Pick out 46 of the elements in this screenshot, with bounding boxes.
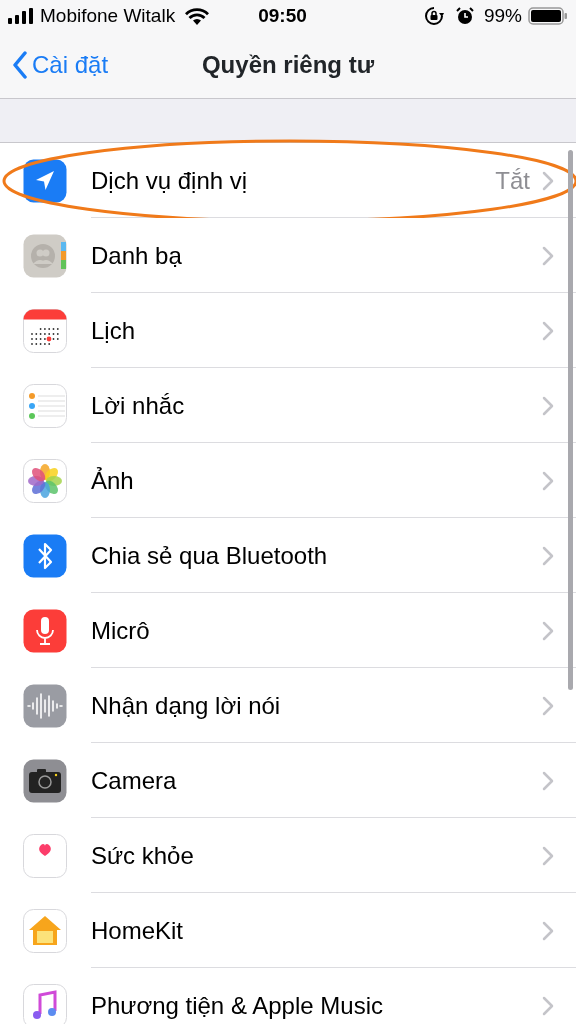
flower-icon [23,458,67,503]
alarm-icon [455,7,474,25]
row-label: Chia sẻ qua Bluetooth [91,540,328,571]
clock-time: 09:50 [258,3,307,28]
row-label: Micrô [91,615,150,646]
chevron-icon [542,845,554,866]
row-label: Nhận dạng lời nói [91,690,281,721]
chevron-icon [542,170,554,191]
chevron-icon [542,770,554,791]
page-title: Quyền riêng tư [201,50,375,80]
row-label: Camera [91,765,177,796]
row-label: HomeKit [91,915,184,946]
waveform-icon [23,683,67,728]
row-label: Sức khỏe [91,840,194,871]
battery-percent: 99% [483,3,522,28]
row-value: Tắt [495,165,530,196]
row-label: Danh bạ [91,240,182,271]
chevron-icon [542,920,554,941]
chevron-icon [542,245,554,266]
microphone-icon [23,608,67,653]
chevron-icon [542,695,554,716]
chevron-icon [542,320,554,341]
signal-icon [8,8,34,24]
reminders-icon [23,383,67,428]
rotation-lock-icon [423,6,444,26]
row-label: Ảnh [91,465,134,496]
music-note-icon [23,983,67,1024]
row-label: Phương tiện & Apple Music [91,990,383,1021]
chevron-icon [542,995,554,1016]
carrier-name: Mobifone Witalk [40,3,176,28]
back-button[interactable]: Cài đặt [0,47,109,83]
camera-icon [23,758,67,803]
battery-icon [528,7,568,25]
chevron-icon [542,395,554,416]
row-label: Dịch vụ định vị [91,165,248,196]
chevron-icon [542,620,554,641]
chevron-icon [542,545,554,566]
bluetooth-icon [23,533,67,578]
chevron-icon [542,470,554,491]
row-label: Lịch [91,315,136,346]
row-label: Lời nhắc [91,390,185,421]
contacts-icon [23,233,67,278]
calendar-icon [23,308,67,353]
house-icon [23,908,67,953]
wifi-icon [185,7,210,25]
back-chevron-icon [12,51,28,79]
